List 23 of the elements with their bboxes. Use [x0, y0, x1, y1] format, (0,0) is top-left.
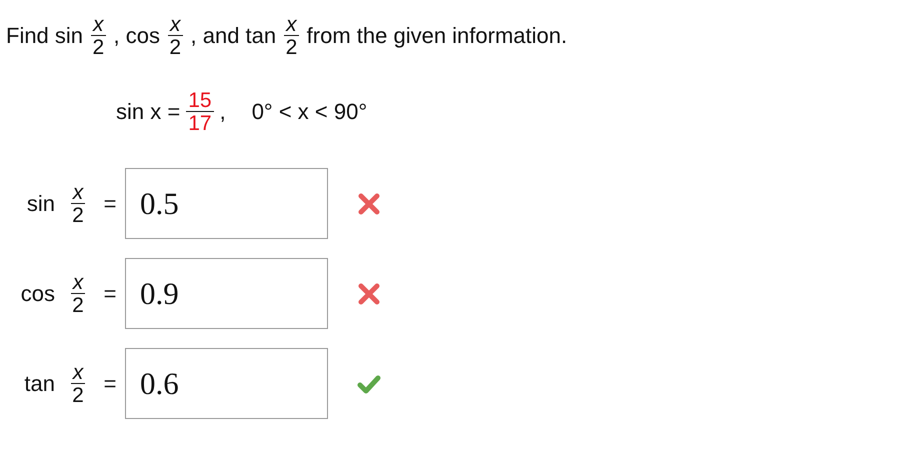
function-label: tan: [24, 370, 55, 396]
given-condition: 0° < x < 90°: [252, 99, 368, 125]
fraction: x 2: [168, 14, 183, 58]
prompt-text: , cos: [114, 23, 160, 49]
equals-sign: =: [104, 280, 116, 306]
prompt-text: Find sin: [6, 23, 84, 49]
fraction: 15 17: [186, 90, 214, 134]
answer-field[interactable]: 0.5: [125, 168, 328, 239]
prompt-text: , and tan: [190, 23, 276, 49]
given-equation: sin x =: [116, 99, 180, 125]
fraction: x 2: [70, 362, 86, 406]
function-label: cos: [20, 280, 55, 306]
prompt-text: from the given information.: [306, 23, 568, 49]
fraction: x 2: [70, 272, 86, 316]
answer-field[interactable]: 0.6: [125, 348, 328, 419]
comma: ,: [220, 99, 226, 125]
fraction: x 2: [70, 182, 86, 226]
equals-sign: =: [104, 370, 116, 396]
fraction: x 2: [91, 14, 106, 58]
answer-field[interactable]: 0.9: [125, 258, 328, 329]
function-label: sin: [26, 190, 55, 216]
equals-sign: =: [104, 190, 116, 216]
fraction: x 2: [284, 14, 299, 58]
